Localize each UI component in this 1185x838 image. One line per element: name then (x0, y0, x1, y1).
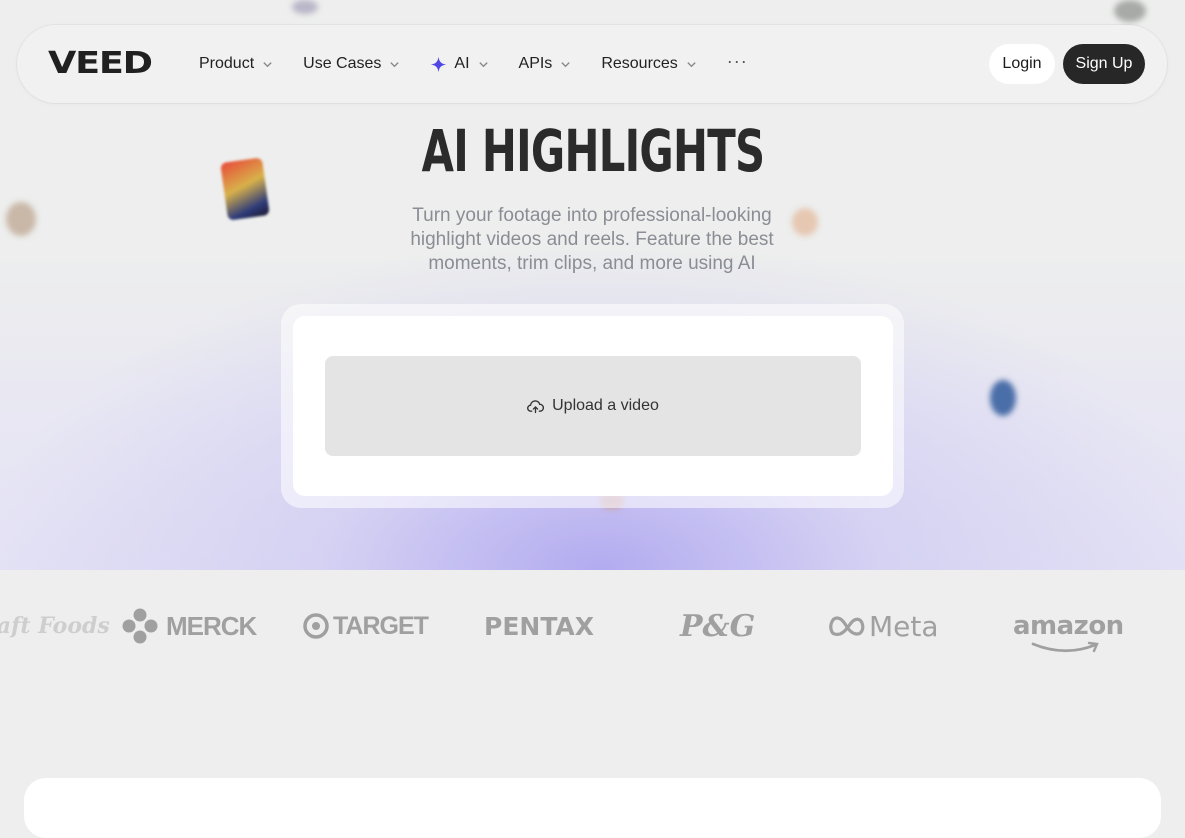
amazon-smile-icon (1031, 641, 1099, 653)
menu-apis-label: APIs (518, 55, 553, 72)
floating-thumbnail (292, 0, 318, 14)
menu-product[interactable]: Product (199, 55, 273, 73)
menu-ai[interactable]: AI (430, 55, 488, 73)
menu-apis[interactable]: APIs (519, 55, 572, 73)
pentax-logo-text: PENTAX (484, 611, 595, 641)
page-title-text: AI HIGHLIGHTS (421, 117, 764, 185)
chevron-down-icon (687, 61, 696, 67)
floating-thumbnail (1114, 0, 1146, 22)
chevron-down-icon (263, 61, 272, 67)
chevron-down-icon (561, 61, 570, 67)
merck-logo-text: MERCK (166, 610, 257, 641)
meta-infinity-icon (829, 616, 865, 636)
merck-mark-icon (122, 608, 158, 644)
signup-button[interactable]: Sign Up (1063, 44, 1145, 84)
sparkle-icon (431, 56, 447, 72)
page-title: AI HIGHLIGHTS (0, 106, 1185, 196)
menu-product-label: Product (199, 55, 255, 72)
upload-card-inner: Upload a video (293, 316, 893, 496)
cloud-upload-icon (527, 399, 545, 413)
target-logo-text: TARGET (333, 611, 429, 640)
amazon-wordmark: amazon (1013, 611, 1124, 653)
content-card (24, 778, 1161, 838)
kraft-foods-logo-text: Kraft Foods (0, 613, 110, 639)
pg-logo: P&G (680, 600, 755, 652)
menu-ai-label: AI (454, 55, 470, 72)
pg-logo-text: P&G (680, 608, 756, 644)
upload-video-button[interactable]: Upload a video (325, 356, 861, 456)
meta-logo: Meta (828, 600, 939, 652)
amazon-logo-text: amazon (1013, 611, 1124, 641)
more-menu-icon[interactable]: ··· (727, 51, 748, 72)
upload-video-label: Upload a video (552, 397, 659, 414)
floating-thumbnail (792, 208, 818, 236)
menu-use-cases-label: Use Cases (303, 55, 382, 72)
kraft-foods-logo: Kraft Foods (0, 600, 110, 652)
top-navigation: VEED Product Use Cases AI APIs Resources… (17, 25, 1167, 103)
hero-subtitle: Turn your footage into professional-look… (410, 205, 774, 274)
merck-logo: MERCK (122, 600, 257, 652)
main-menu: Product Use Cases AI APIs Resources ··· (199, 25, 778, 103)
floating-thumbnail (990, 380, 1016, 416)
chevron-down-icon (478, 61, 488, 67)
menu-use-cases[interactable]: Use Cases (303, 55, 400, 73)
customer-logos: Kraft Foods MERCK TARGET PENTAX P&G Meta… (0, 600, 1185, 660)
target-logo: TARGET (303, 600, 429, 652)
meta-logo-text: Meta (869, 609, 939, 643)
menu-resources[interactable]: Resources (601, 55, 696, 73)
veed-logo[interactable]: VEED (48, 49, 153, 79)
login-button[interactable]: Login (989, 44, 1055, 84)
floating-thumbnail (6, 202, 36, 236)
upload-card: Upload a video (281, 304, 904, 508)
chevron-down-icon (390, 61, 400, 67)
amazon-logo: amazon (1013, 600, 1124, 653)
target-bullseye-icon (303, 613, 329, 639)
pentax-logo: PENTAX (484, 600, 594, 652)
menu-resources-label: Resources (601, 55, 678, 72)
